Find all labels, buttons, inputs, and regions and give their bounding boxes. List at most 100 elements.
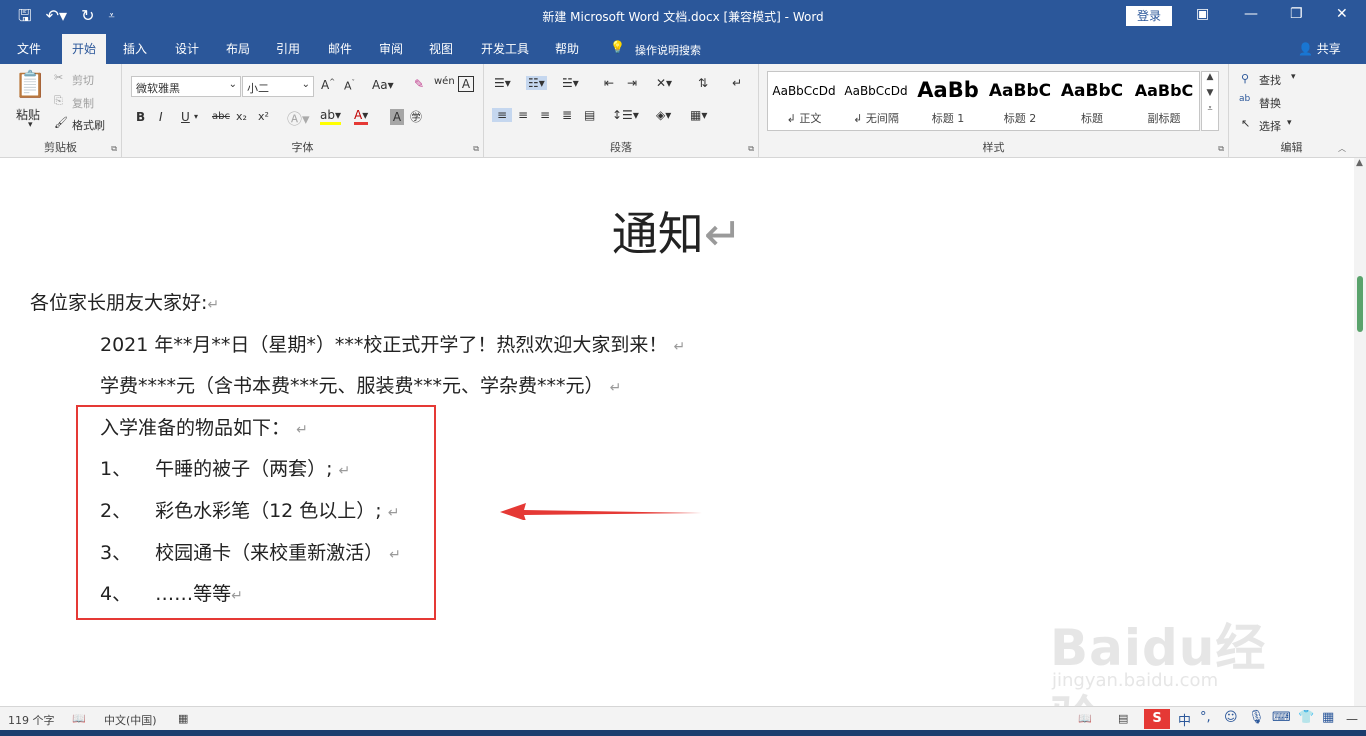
scroll-thumb[interactable] — [1357, 276, 1363, 332]
style-title[interactable]: AaBbC 标题 — [1056, 72, 1128, 130]
decrease-indent-icon[interactable]: ⇤ — [604, 76, 614, 90]
cut-button[interactable]: 剪切 — [72, 72, 94, 88]
font-launcher-icon[interactable]: ⧉ — [473, 144, 479, 154]
distributed-icon[interactable]: ▤ — [584, 108, 595, 122]
replace-button[interactable]: 替换 — [1259, 95, 1281, 111]
zoom-slider[interactable]: — — [1346, 712, 1358, 726]
style-heading-2[interactable]: AaBbC 标题 2 — [984, 72, 1056, 130]
login-button[interactable]: 登录 — [1126, 6, 1172, 26]
clipboard-launcher-icon[interactable]: ⧉ — [111, 144, 117, 154]
maximize-icon[interactable]: ❐ — [1290, 6, 1303, 22]
tab-view[interactable]: 视图 — [429, 40, 453, 57]
style-heading-1[interactable]: AaBb 标题 1 — [912, 72, 984, 130]
macro-icon[interactable]: ▦ — [178, 712, 188, 725]
ime-emoji-icon[interactable]: ☺ — [1224, 710, 1238, 725]
sogou-ime-icon[interactable]: S — [1144, 709, 1170, 729]
shading-icon[interactable]: ◈▾ — [656, 108, 671, 122]
justify-icon[interactable]: ≣ — [562, 108, 572, 122]
tab-home[interactable]: 开始 — [62, 34, 107, 64]
paste-dropdown-icon[interactable]: ▾ — [28, 120, 33, 130]
minimize-icon[interactable]: — — [1244, 6, 1258, 22]
font-color-icon[interactable]: A▾ — [354, 108, 369, 125]
numbering-icon[interactable]: ☷▾ — [526, 76, 547, 90]
underline-dropdown-icon[interactable]: ▾ — [194, 112, 198, 121]
change-case-button[interactable]: Aa▾ — [372, 78, 394, 92]
clear-format-icon[interactable]: ✎ — [414, 77, 424, 91]
asian-layout-icon[interactable]: ✕▾ — [656, 76, 672, 90]
scroll-up-icon[interactable]: ▲ — [1356, 158, 1363, 168]
ime-tools-icon[interactable]: ▦ — [1322, 710, 1334, 725]
bold-button[interactable]: B — [136, 110, 145, 124]
font-name-combo[interactable]: 微软雅黑 ⌄ — [131, 76, 241, 97]
style-normal[interactable]: AaBbCcDd ↲ 正文 — [768, 72, 840, 130]
paragraph-label: 段落 — [610, 141, 632, 154]
phonetic-guide-icon[interactable]: wén — [434, 76, 455, 87]
enclose-char-icon[interactable]: ㊫ — [410, 108, 422, 125]
shrink-font-icon[interactable]: Aˇ — [344, 79, 355, 93]
ime-skin-icon[interactable]: 👕 — [1298, 710, 1314, 725]
read-mode-icon[interactable]: 📖 — [1078, 712, 1092, 725]
bullets-icon[interactable]: ☰▾ — [494, 76, 511, 90]
grow-font-icon[interactable]: A^ — [321, 78, 335, 92]
cut-icon: ✂ — [54, 71, 64, 84]
tab-references[interactable]: 引用 — [276, 40, 300, 57]
tell-me-search[interactable]: 操作说明搜索 — [635, 42, 701, 58]
ribbon-display-icon[interactable]: ▣ — [1196, 6, 1209, 22]
paragraph-2-text: 学费****元（含书本费***元、服装费***元、学杂费***元） — [100, 375, 604, 397]
sort-icon[interactable]: ⇅ — [698, 76, 708, 90]
chevron-up-icon[interactable]: ▲ — [1202, 72, 1218, 82]
document-area[interactable]: 通知↵ 各位家长朋友大家好:↵ 2021 年**月**日（星期*）***校正式开… — [0, 158, 1354, 736]
close-icon[interactable]: ✕ — [1336, 6, 1348, 22]
tab-mailings[interactable]: 邮件 — [328, 40, 352, 57]
print-layout-icon[interactable]: ▤ — [1118, 712, 1128, 725]
tab-design[interactable]: 设计 — [175, 40, 199, 57]
italic-button[interactable]: I — [159, 110, 163, 124]
collapse-ribbon-icon[interactable]: ︿ — [1338, 143, 1346, 154]
format-painter-button[interactable]: 格式刷 — [72, 117, 105, 133]
font-size-combo[interactable]: 小二 ⌄ — [242, 76, 314, 97]
align-left-icon[interactable]: ≡ — [492, 108, 512, 122]
word-count[interactable]: 119 个字 — [8, 712, 55, 728]
align-center-icon[interactable]: ≡ — [518, 108, 528, 122]
tab-layout[interactable]: 布局 — [226, 40, 250, 57]
style-subtitle[interactable]: AaBbC 副标题 — [1128, 72, 1200, 130]
tab-help[interactable]: 帮助 — [555, 40, 579, 57]
select-button[interactable]: 选择 — [1259, 118, 1281, 134]
chevron-down-icon[interactable]: ▼ — [1202, 88, 1218, 98]
char-border-icon[interactable]: A — [458, 76, 474, 92]
tab-developer[interactable]: 开发工具 — [481, 40, 529, 57]
multilevel-list-icon[interactable]: ☱▾ — [562, 76, 579, 90]
proofing-icon[interactable]: 📖 — [72, 712, 86, 725]
ime-punct-icon[interactable]: °, — [1200, 710, 1211, 725]
line-spacing-icon[interactable]: ↕☰▾ — [612, 108, 639, 122]
ime-voice-icon[interactable]: 🎙 — [1248, 710, 1265, 725]
subscript-button[interactable]: x₂ — [236, 110, 247, 123]
style-no-spacing[interactable]: AaBbCcDd ↲ 无间隔 — [840, 72, 912, 130]
styles-launcher-icon[interactable]: ⧉ — [1218, 144, 1224, 154]
strikethrough-button[interactable]: abc — [212, 111, 230, 122]
underline-button[interactable]: U — [181, 110, 190, 124]
highlight-icon[interactable]: ab▾ — [320, 108, 341, 125]
align-right-icon[interactable]: ≡ — [540, 108, 550, 122]
vertical-scrollbar[interactable]: ▲ — [1354, 158, 1366, 706]
tab-file[interactable]: 文件 — [17, 40, 41, 57]
find-dropdown-icon[interactable]: ▾ — [1291, 72, 1296, 82]
ime-keyboard-icon[interactable]: ⌨ — [1272, 710, 1291, 725]
share-button[interactable]: 👤 共享 — [1298, 40, 1341, 57]
show-marks-icon[interactable]: ↵ — [732, 76, 742, 90]
tab-review[interactable]: 审阅 — [379, 40, 403, 57]
char-shading-icon[interactable]: A — [390, 109, 404, 125]
ime-chinese-icon[interactable]: 中 — [1178, 710, 1191, 729]
paste-icon[interactable]: 📋 — [14, 70, 46, 100]
text-effects-icon[interactable]: Ⓐ▾ — [287, 108, 310, 129]
language-status[interactable]: 中文(中国) — [104, 712, 157, 728]
select-dropdown-icon[interactable]: ▾ — [1287, 118, 1292, 128]
tab-insert[interactable]: 插入 — [123, 40, 147, 57]
paragraph-launcher-icon[interactable]: ⧉ — [748, 144, 754, 154]
copy-button[interactable]: 复制 — [72, 95, 94, 111]
borders-icon[interactable]: ▦▾ — [690, 108, 707, 122]
find-button[interactable]: 查找 — [1259, 72, 1281, 88]
superscript-button[interactable]: x² — [258, 110, 269, 123]
increase-indent-icon[interactable]: ⇥ — [627, 76, 637, 90]
more-styles-icon[interactable]: ⩡ — [1202, 104, 1218, 114]
